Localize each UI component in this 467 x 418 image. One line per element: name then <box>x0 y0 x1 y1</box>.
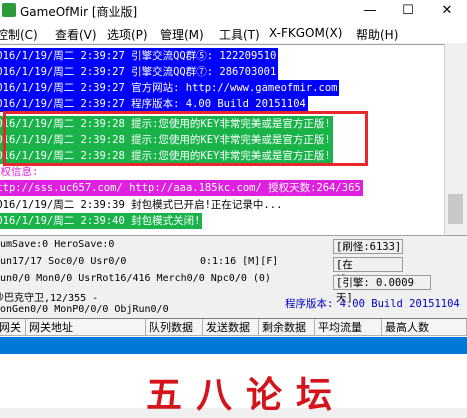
title-bar: GameOfMir [商业版] — ☐ ✕ <box>0 0 467 23</box>
menu-manage[interactable]: 管理(M) <box>160 26 204 43</box>
status-save: HumSave:0 HeroSave:0 <box>0 239 115 250</box>
menu-options[interactable]: 选项(P) <box>107 26 148 43</box>
log-line: 2016/1/19/周二 2:39:27 官方网站: http://www.ga… <box>0 80 340 96</box>
status-run: Run17/17 Soc0/0 Usr0/0 <box>0 256 127 267</box>
log-line: 2016/1/19/周二 2:39:27 引擎交流QQ群⑦: 286703001 <box>0 64 279 80</box>
table-row-selected[interactable] <box>0 337 467 354</box>
column-header-queue[interactable]: 队列数据 <box>146 319 203 336</box>
column-header-gateway[interactable]: 网关 <box>0 319 26 336</box>
minimize-button[interactable]: — <box>351 0 389 22</box>
log-line: 2016/1/19/周二 2:39:27 引擎交流QQ群⑤: 122209510 <box>0 48 279 64</box>
status-mongen: MonGen0/0 MonP0/0/0 ObjRun0/0 <box>0 304 169 315</box>
maximize-button[interactable]: ☐ <box>389 0 427 22</box>
window-title: GameOfMir [商业版] <box>20 5 138 19</box>
column-header-gateway-address[interactable]: 网关地址 <box>26 319 146 336</box>
status-guard: 沙巴克守卫,12/355 - <box>0 293 99 304</box>
close-button[interactable]: ✕ <box>428 0 466 22</box>
version-label: 程序版本: 4.00 Build 20151104 <box>285 298 460 310</box>
log-line: http://sss.uc657.com/ http://aaa.185kc.c… <box>0 180 363 196</box>
menu-view[interactable]: 查看(V) <box>55 26 97 43</box>
log-line: 2016/1/19/周二 2:39:27 程序版本: 4.00 Build 20… <box>0 96 308 112</box>
watermark-text: 五八论坛 <box>146 374 347 416</box>
scrollbar-thumb[interactable] <box>448 194 463 224</box>
status-counters: Run0/0 Mon0/0 UsrRot16/416 Merch0/0 Npc0… <box>0 273 271 284</box>
menu-bar: 控制(C) 查看(V) 选项(P) 管理(M) 工具(T) X-FKGOM(X)… <box>0 23 467 43</box>
menu-tools[interactable]: 工具(T) <box>219 26 260 43</box>
highlight-box <box>3 111 368 166</box>
column-header-max-users[interactable]: 最高人数 <box>382 319 467 336</box>
engine-days-box: [引擎: 0.0009天] <box>333 275 431 304</box>
log-line: 授权信息: <box>0 164 41 180</box>
menu-xfkgom[interactable]: X-FKGOM(X) <box>269 26 342 40</box>
status-time: 0:1:16 [M][F] <box>200 256 279 267</box>
app-icon <box>2 3 16 17</box>
column-header-sent[interactable]: 发送数据 <box>203 319 259 336</box>
status-panel: HumSave:0 HeroSave:0 Run17/17 Soc0/0 Usr… <box>0 235 467 316</box>
menu-control[interactable]: 控制(C) <box>0 26 38 43</box>
log-scrollbar[interactable] <box>444 44 467 234</box>
column-header-avg-traffic[interactable]: 平均流量 <box>315 319 382 336</box>
log-line: 2016/1/19/周二 2:39:40 封包模式关闭! <box>0 213 203 229</box>
online-count-box: [在线:0/0/0] <box>333 257 403 286</box>
column-header-remaining[interactable]: 剩余数据 <box>259 319 315 336</box>
refresh-count-box: [刷怪:6133] <box>333 239 403 254</box>
log-line: 2016/1/19/周二 2:39:39 封包模式已开启!正在记录中... <box>0 197 285 213</box>
menu-help[interactable]: 帮助(H) <box>356 26 398 43</box>
